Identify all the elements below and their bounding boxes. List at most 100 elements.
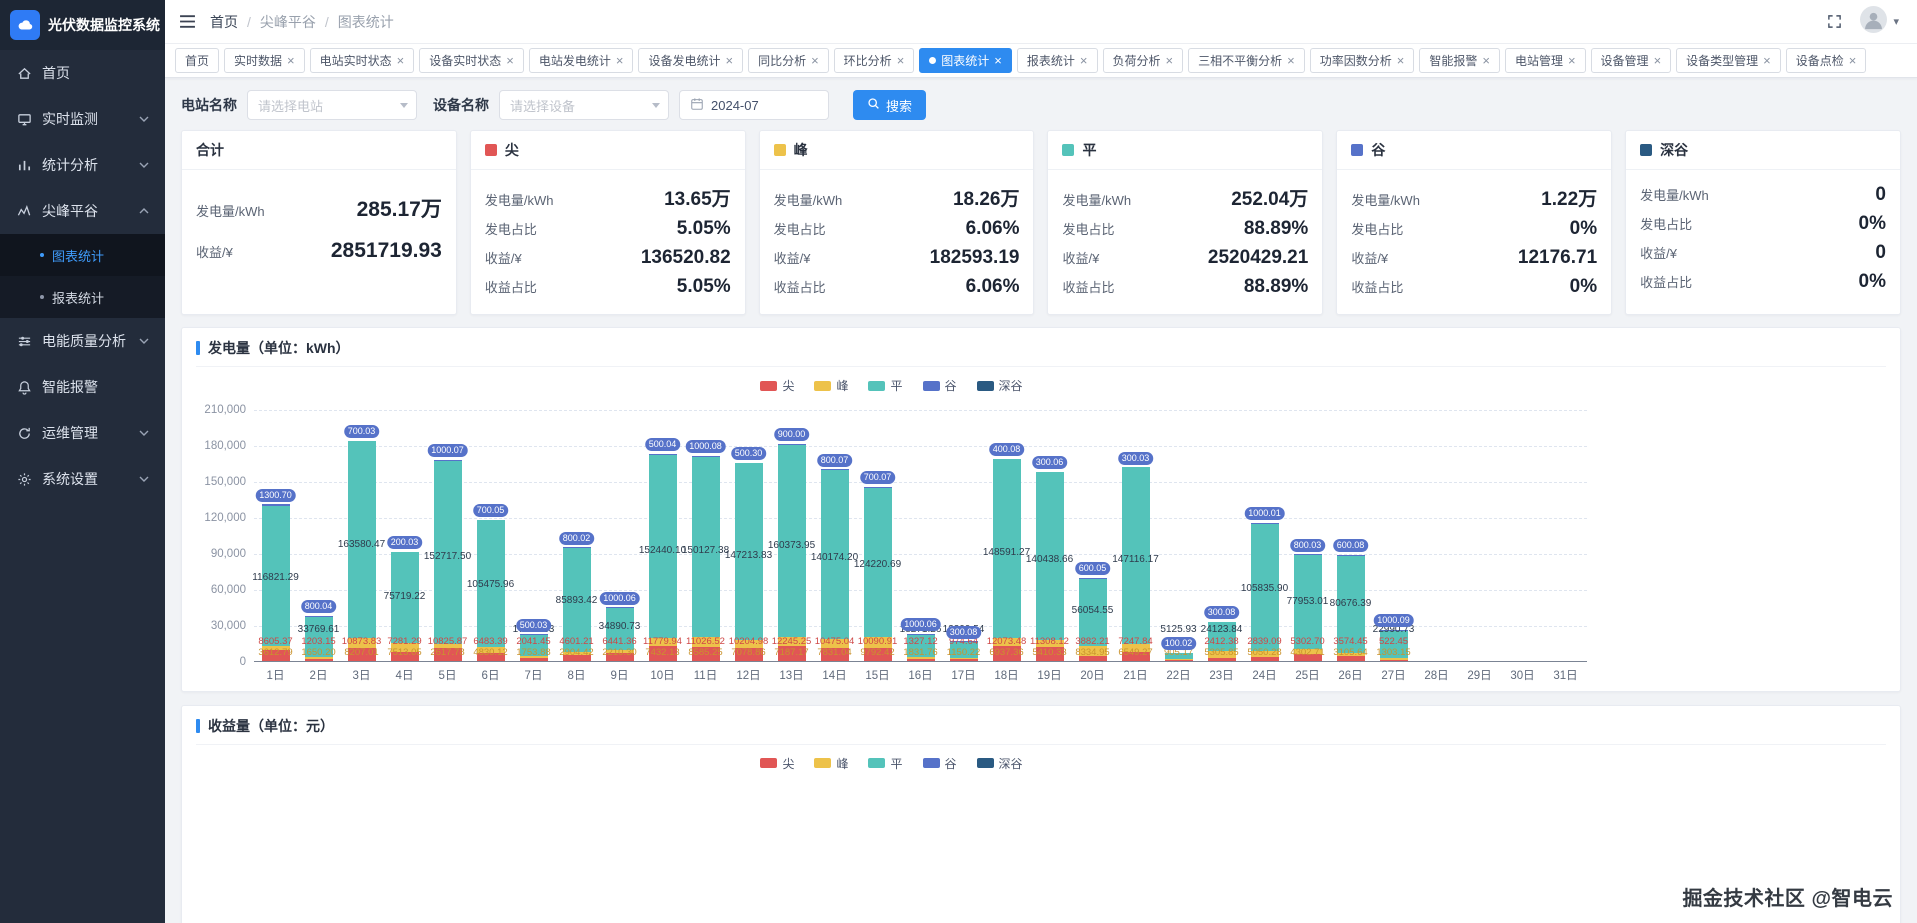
bar-group-18日[interactable]: 148591.27 12073.48 6937.36 400.08	[983, 410, 1030, 661]
bar-group-1日[interactable]: 116821.29 8605.37 3612.79 1300.70	[252, 410, 299, 661]
tab-图表统计[interactable]: 图表统计 ×	[919, 48, 1012, 73]
bar-group-9日[interactable]: 34890.73 6441.36 2210.30 1000.06	[598, 410, 641, 661]
bar-group-30日[interactable]	[1501, 410, 1544, 661]
bar-group-19日[interactable]: 140438.66 11308.12 5410.33 300.06	[1026, 410, 1073, 661]
tab-设备实时状态[interactable]: 设备实时状态 ×	[419, 48, 524, 73]
fullscreen-icon[interactable]	[1827, 14, 1842, 29]
bar-group-5日[interactable]: 152717.50 10825.87 2617.78 1000.07	[424, 410, 471, 661]
tab-智能报警[interactable]: 智能报警 ×	[1419, 48, 1500, 73]
legend-item-谷[interactable]: 谷	[922, 755, 957, 772]
sidebar-item-系统设置[interactable]: 系统设置	[0, 456, 165, 502]
tab-功率因数分析[interactable]: 功率因数分析 ×	[1309, 48, 1415, 73]
tab-close-icon[interactable]: ×	[1849, 54, 1857, 67]
bar-group-2日[interactable]: 33769.61 1203.15 1650.20 800.04	[297, 410, 340, 661]
tab-close-icon[interactable]: ×	[1080, 54, 1088, 67]
bar-group-29日[interactable]	[1458, 410, 1501, 661]
bar-group-17日[interactable]: 13399.54974.641150.22300.08	[942, 410, 985, 661]
legend-item-平[interactable]: 平	[868, 755, 903, 772]
tab-close-icon[interactable]: ×	[897, 54, 905, 67]
tab-close-icon[interactable]: ×	[725, 54, 733, 67]
bar-label-尖: 4601.21	[559, 635, 594, 647]
legend-item-平[interactable]: 平	[868, 377, 903, 394]
bar-group-8日[interactable]: 85893.42 4601.21 2904.42 800.02	[555, 410, 598, 661]
sidebar-item-实时监测[interactable]: 实时监测	[0, 96, 165, 142]
bar-group-21日[interactable]: 147116.17 7247.84 6549.27 300.03	[1112, 410, 1159, 661]
bar-group-23日[interactable]: 24123.84 2412.38 5305.85 300.08	[1200, 410, 1243, 661]
bar-group-27日[interactable]: 22990.73 522.45 1303.15 1000.09	[1372, 410, 1415, 661]
tab-close-icon[interactable]: ×	[1397, 54, 1405, 67]
breadcrumb-parent[interactable]: 尖峰平谷	[260, 12, 316, 32]
bar-group-25日[interactable]: 77953.01 5302.70 4302.71 800.03	[1286, 410, 1329, 661]
tab-负荷分析[interactable]: 负荷分析 ×	[1102, 48, 1184, 73]
tab-close-icon[interactable]: ×	[1482, 54, 1490, 67]
stat-label: 发电量/kWh	[196, 204, 265, 219]
bar-group-31日[interactable]	[1544, 410, 1587, 661]
bar-group-26日[interactable]: 80676.39 3574.45 3105.64 600.08	[1329, 410, 1372, 661]
legend-item-深谷[interactable]: 深谷	[976, 377, 1023, 394]
tab-实时数据[interactable]: 实时数据 ×	[224, 48, 305, 73]
chart-title-text: 发电量（单位：kWh）	[208, 340, 350, 356]
user-menu[interactable]: ▾	[1860, 5, 1899, 38]
legend-item-峰[interactable]: 峰	[814, 755, 848, 772]
hamburger-menu-icon[interactable]	[179, 14, 196, 29]
sidebar-item-首页[interactable]: 首页	[0, 50, 165, 96]
bar-group-22日[interactable]: 5125.93512.59905.17100.02	[1157, 410, 1200, 661]
bar-group-24日[interactable]: 105835.90 2839.09 5050.28 1000.01	[1241, 410, 1288, 661]
bar-group-3日[interactable]: 163580.47 10873.83 8207.01 700.03	[338, 410, 385, 661]
tab-close-icon[interactable]: ×	[1166, 54, 1174, 67]
bar-group-15日[interactable]: 124220.69 10090.91 9792.42 700.07	[854, 410, 901, 661]
sidebar-item-统计分析[interactable]: 统计分析	[0, 142, 165, 188]
tab-close-icon[interactable]: ×	[994, 54, 1002, 67]
tab-close-icon[interactable]: ×	[1763, 54, 1771, 67]
tab-close-icon[interactable]: ×	[1568, 54, 1576, 67]
legend-item-尖[interactable]: 尖	[760, 755, 794, 772]
tab-电站发电统计[interactable]: 电站发电统计 ×	[528, 48, 634, 73]
bar-group-14日[interactable]: 140174.20 10475.04 7831.04 800.07	[811, 410, 858, 661]
sidebar-item-智能报警[interactable]: 智能报警	[0, 364, 165, 410]
tab-设备点检[interactable]: 设备点检 ×	[1785, 48, 1867, 73]
tab-close-icon[interactable]: ×	[616, 54, 624, 67]
legend-item-峰[interactable]: 峰	[814, 377, 848, 394]
bar-group-16日[interactable]: 18271.261327.121831.761000.06	[899, 410, 942, 661]
tab-环比分析[interactable]: 环比分析 ×	[833, 48, 915, 73]
legend-item-深谷[interactable]: 深谷	[976, 755, 1023, 772]
month-picker[interactable]: 2024-07	[679, 90, 829, 120]
tab-报表统计[interactable]: 报表统计 ×	[1016, 48, 1098, 73]
sidebar-item-尖峰平谷[interactable]: 尖峰平谷	[0, 188, 165, 234]
tab-close-icon[interactable]: ×	[811, 54, 819, 67]
tab-设备类型管理[interactable]: 设备类型管理 ×	[1676, 48, 1781, 73]
sidebar-subitem-报表统计[interactable]: 报表统计	[0, 276, 165, 318]
device-select[interactable]: 请选择设备	[499, 90, 669, 120]
search-button[interactable]: 搜索	[853, 90, 927, 120]
tab-同比分析[interactable]: 同比分析 ×	[748, 48, 829, 73]
bar-group-6日[interactable]: 105475.96 6483.39 4830.12 700.05	[467, 410, 514, 661]
tab-首页[interactable]: 首页	[175, 48, 220, 73]
bar-group-11日[interactable]: 150127.38 11026.52 8585.25 1000.08	[682, 410, 729, 661]
tab-电站实时状态[interactable]: 电站实时状态 ×	[309, 48, 415, 73]
sidebar-item-电能质量分析[interactable]: 电能质量分析	[0, 318, 165, 364]
station-select[interactable]: 请选择电站	[247, 90, 417, 120]
tab-设备管理[interactable]: 设备管理 ×	[1590, 48, 1672, 73]
bar-group-28日[interactable]	[1415, 410, 1458, 661]
tab-设备发电统计[interactable]: 设备发电统计 ×	[638, 48, 744, 73]
tab-close-icon[interactable]: ×	[1287, 54, 1295, 67]
tab-close-icon[interactable]: ×	[287, 54, 295, 67]
bar-group-13日[interactable]: 160373.95 12245.25 7187.17 900.00	[768, 410, 815, 661]
tab-三相不平衡分析[interactable]: 三相不平衡分析 ×	[1188, 48, 1305, 73]
tab-close-icon[interactable]: ×	[1654, 54, 1662, 67]
tab-电站管理[interactable]: 电站管理 ×	[1504, 48, 1586, 73]
bar-label-平: 24123.84	[1200, 623, 1243, 635]
x-tick-label: 26日	[1338, 669, 1363, 682]
legend-item-尖[interactable]: 尖	[760, 377, 794, 394]
breadcrumb-home[interactable]: 首页	[210, 12, 238, 32]
bar-group-20日[interactable]: 56054.55 3882.21 8334.95 600.05	[1071, 410, 1114, 661]
tab-close-icon[interactable]: ×	[397, 54, 405, 67]
tab-close-icon[interactable]: ×	[506, 54, 514, 67]
bar-group-10日[interactable]: 152440.10 11779.94 7432.13 500.04	[639, 410, 686, 661]
bar-group-4日[interactable]: 75719.22 7281.29 7513.05 200.03	[383, 410, 426, 661]
bar-group-12日[interactable]: 147213.83 10204.98 7078.86 500.30	[725, 410, 772, 661]
bar-group-7日[interactable]: 17538.832041.451753.88500.03	[512, 410, 555, 661]
sidebar-item-运维管理[interactable]: 运维管理	[0, 410, 165, 456]
sidebar-subitem-图表统计[interactable]: 图表统计	[0, 234, 165, 276]
legend-item-谷[interactable]: 谷	[922, 377, 957, 394]
